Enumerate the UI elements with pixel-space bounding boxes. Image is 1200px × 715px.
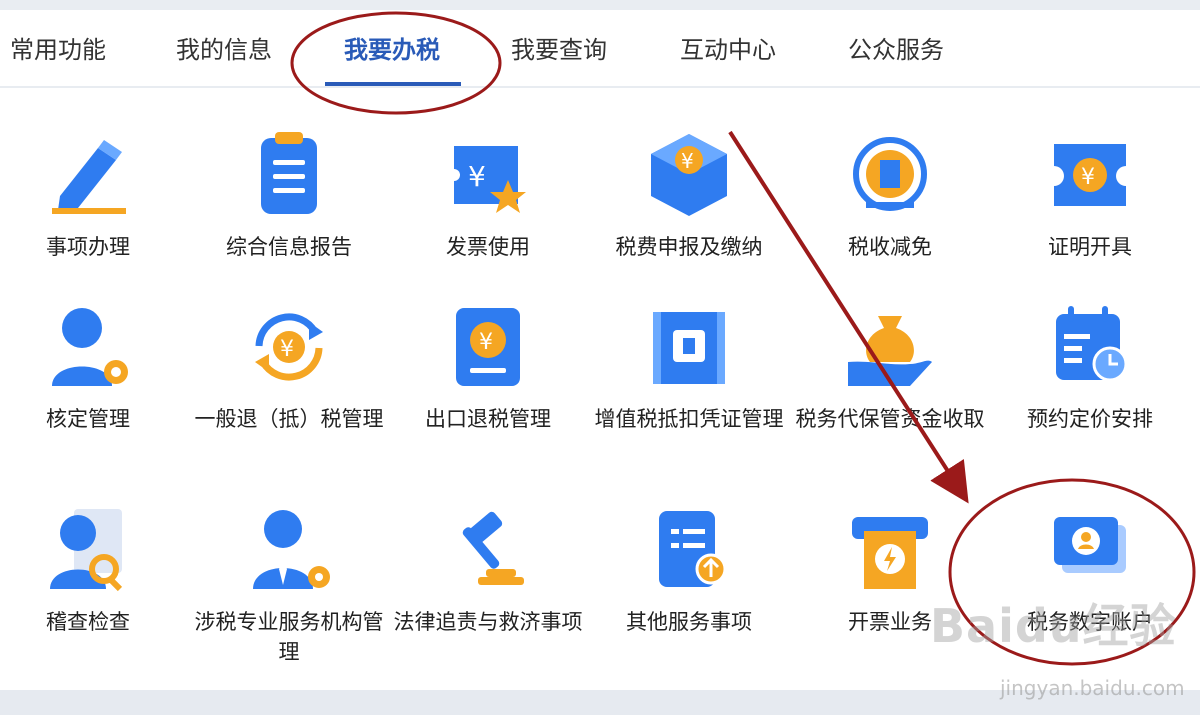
digital-account-icon <box>1054 517 1126 573</box>
service-tile-inspection[interactable]: 稽查检查 <box>0 505 183 637</box>
tab-query[interactable]: 我要查询 <box>511 30 607 65</box>
watermark-brand: Baidu经验 <box>930 599 1177 653</box>
service-label: 税费申报及缴纳 <box>615 235 763 259</box>
agent-gear-icon <box>253 510 330 589</box>
service-label: 一般退（抵）税管理 <box>194 407 384 431</box>
tab-interaction-center[interactable]: 互动中心 <box>680 30 776 65</box>
svg-text:¥: ¥ <box>1081 165 1095 190</box>
gavel-icon <box>462 511 524 585</box>
service-tile-legal-remedy[interactable]: 法律追责与救济事项 <box>393 505 583 637</box>
service-tile-tax-relief[interactable]: 税收减免 <box>795 130 985 262</box>
service-tile-declare-pay[interactable]: ¥ 税费申报及缴纳 <box>594 130 784 262</box>
receipt-printer-icon <box>852 517 928 589</box>
service-label: 证明开具 <box>1048 235 1132 259</box>
inspector-magnifier-icon <box>50 509 123 592</box>
top-strip <box>0 0 1200 10</box>
refund-cycle-icon: ¥ <box>255 313 323 381</box>
service-label: 稽查检查 <box>46 610 130 634</box>
service-tile-invoice-use[interactable]: ¥ 发票使用 <box>393 130 583 262</box>
service-tile-info-report[interactable]: 综合信息报告 <box>194 130 384 262</box>
service-label: 事项办理 <box>46 235 130 259</box>
service-label: 其他服务事项 <box>626 610 752 634</box>
calendar-clock-icon <box>1056 306 1128 382</box>
service-label: 预约定价安排 <box>1027 407 1153 431</box>
main-tabs: 常用功能 我的信息 我要办税 我要查询 互动中心 公众服务 <box>0 10 1200 88</box>
service-tile-other-services[interactable]: 其他服务事项 <box>594 505 784 637</box>
ticket-yuan-icon: ¥ <box>1054 144 1126 206</box>
service-tile-vat-voucher[interactable]: 增值税抵扣凭证管理 <box>594 302 784 434</box>
user-gear-icon <box>52 308 128 386</box>
service-tile-pricing[interactable]: 预约定价安排 <box>995 302 1185 434</box>
svg-text:¥: ¥ <box>280 337 294 362</box>
yuan-cube-icon: ¥ <box>651 134 727 216</box>
service-label: 综合信息报告 <box>226 235 352 259</box>
clipboard-list-icon <box>261 132 317 214</box>
active-tab-indicator <box>325 82 461 86</box>
service-tile-assessment[interactable]: 核定管理 <box>0 302 183 434</box>
service-tile-refund[interactable]: ¥ 一般退（抵）税管理 <box>194 302 384 434</box>
service-label: 发票使用 <box>446 235 530 259</box>
vat-ticket-icon <box>653 312 725 384</box>
service-tile-matters[interactable]: 事项办理 <box>0 130 183 262</box>
service-tile-certificate[interactable]: ¥ 证明开具 <box>995 130 1185 262</box>
service-label: 税收减免 <box>848 235 932 259</box>
service-label: 涉税专业服务机构管理 <box>194 610 384 664</box>
document-upload-icon <box>659 511 727 587</box>
service-tile-custody-funds[interactable]: 税务代保管资金收取 <box>795 302 985 434</box>
tab-my-info[interactable]: 我的信息 <box>176 30 272 65</box>
tab-tax-handling[interactable]: 我要办税 <box>344 30 440 65</box>
svg-text:¥: ¥ <box>468 160 486 193</box>
tab-common-functions[interactable]: 常用功能 <box>10 30 106 65</box>
service-label: 法律追责与救济事项 <box>393 610 583 634</box>
tab-public-services[interactable]: 公众服务 <box>848 30 944 65</box>
service-label: 出口退税管理 <box>425 407 551 431</box>
money-bag-hand-icon <box>848 316 932 386</box>
service-tile-export-refund[interactable]: ¥ 出口退税管理 <box>393 302 583 434</box>
invoice-star-icon: ¥ <box>448 146 526 213</box>
watermark-url: jingyan.baidu.com <box>1000 676 1185 700</box>
tax-emblem-icon <box>853 137 927 211</box>
yuan-book-icon: ¥ <box>456 308 520 386</box>
service-label: 增值税抵扣凭证管理 <box>594 407 784 431</box>
service-tile-agency-management[interactable]: 涉税专业服务机构管理 <box>194 505 384 667</box>
svg-text:¥: ¥ <box>479 330 493 355</box>
pen-icon <box>52 140 126 214</box>
service-label: 税务代保管资金收取 <box>795 407 985 431</box>
svg-text:¥: ¥ <box>681 149 694 173</box>
service-label: 核定管理 <box>46 407 130 431</box>
